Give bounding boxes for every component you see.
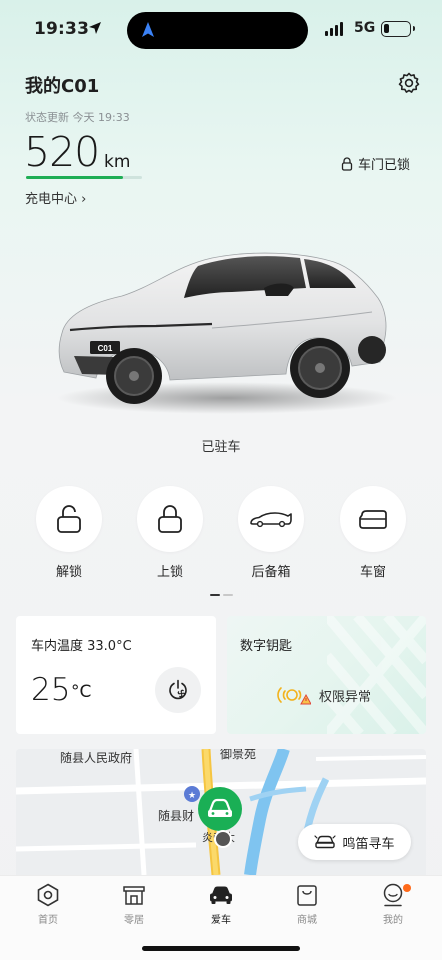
status-time: 19:33	[34, 19, 90, 39]
set-temperature: 25	[31, 672, 71, 708]
notification-badge	[403, 884, 411, 892]
quick-actions: 解锁 上锁 后备箱 车窗	[0, 486, 442, 580]
gear-icon[interactable]	[397, 71, 421, 95]
lock-button[interactable]: 上锁	[130, 486, 210, 580]
page-indicator	[210, 594, 233, 596]
door-status[interactable]: 车门已锁	[341, 154, 410, 173]
status-update-time: 状态更新 今天 19:33	[25, 111, 130, 124]
home-hexagon-icon	[37, 883, 59, 907]
window-label: 车窗	[359, 565, 386, 580]
profile-icon	[383, 883, 403, 907]
tab-car[interactable]: 爱车	[191, 882, 251, 926]
tab-home-label: 首页	[38, 915, 58, 926]
range-value: 520	[24, 128, 100, 176]
tab-profile-label: 我的	[383, 915, 403, 926]
cabin-temperature: 车内温度 33.0°C	[31, 639, 132, 654]
key-permission-status: 权限异常	[275, 682, 371, 708]
svg-text:★: ★	[188, 791, 196, 801]
car-image: C01	[52, 238, 398, 418]
range-bar	[26, 176, 142, 179]
digital-key-title: 数字钥匙	[240, 639, 293, 654]
key-warning-icon	[277, 687, 311, 705]
status-bar: 19:33 5G	[0, 0, 442, 60]
battery-icon	[381, 21, 415, 37]
trunk-button[interactable]: 后备箱	[231, 486, 311, 580]
unlock-button[interactable]: 解锁	[29, 486, 109, 580]
honk-car-icon	[314, 835, 337, 849]
lock-label: 上锁	[156, 565, 183, 580]
car-location-pin[interactable]	[196, 787, 246, 851]
tab-car-label: 爱车	[211, 915, 231, 926]
navigation-arrow-icon	[142, 22, 154, 37]
license-plate: C01	[98, 344, 113, 353]
store-icon	[123, 886, 145, 905]
climate-power-button[interactable]	[155, 667, 201, 713]
map-label: 随县财	[158, 809, 195, 823]
climate-card[interactable]: 车内温度 33.0°C 25 °C	[16, 616, 216, 734]
lock-icon	[341, 156, 353, 171]
honk-locate-label: 鸣笛寻车	[342, 836, 395, 852]
tab-store[interactable]: 零居	[104, 882, 164, 926]
tab-profile[interactable]: 我的	[363, 882, 423, 926]
unlock-icon	[57, 505, 81, 533]
charge-center-link[interactable]: 充电中心 ›	[25, 188, 86, 207]
window-button[interactable]: 车窗	[333, 486, 413, 580]
tab-mall[interactable]: 商城	[277, 882, 337, 926]
map-label: 随县人民政府	[60, 751, 133, 765]
shopping-bag-icon	[297, 885, 317, 906]
key-status-label: 权限异常	[319, 689, 372, 705]
tab-store-label: 零居	[124, 915, 144, 926]
window-icon	[359, 510, 387, 529]
location-arrow-icon	[89, 22, 101, 34]
tab-mall-label: 商城	[297, 915, 317, 926]
digital-key-card[interactable]: 数字钥匙 权限异常	[227, 616, 426, 734]
temperature-unit: °C	[71, 682, 92, 702]
lock-icon	[158, 505, 182, 533]
unlock-label: 解锁	[55, 565, 82, 580]
trunk-label: 后备箱	[251, 565, 291, 580]
door-status-label: 车门已锁	[358, 158, 411, 173]
home-indicator	[142, 946, 300, 951]
fan-power-icon	[169, 679, 187, 700]
tab-home[interactable]: 首页	[18, 882, 78, 926]
honk-locate-button[interactable]: 鸣笛寻车	[298, 824, 411, 860]
map-label: 御景苑	[220, 749, 257, 761]
car-icon	[210, 886, 232, 904]
car-name-title[interactable]: 我的C01	[25, 72, 99, 98]
range-unit: km	[104, 152, 131, 172]
parked-status: 已驻车	[201, 440, 241, 455]
trunk-icon	[250, 512, 292, 528]
network-type: 5G	[354, 20, 376, 36]
range-bar-fill	[26, 176, 124, 179]
dynamic-island	[127, 12, 308, 49]
key-card-decoration	[327, 616, 426, 734]
cellular-signal-icon	[325, 22, 343, 36]
